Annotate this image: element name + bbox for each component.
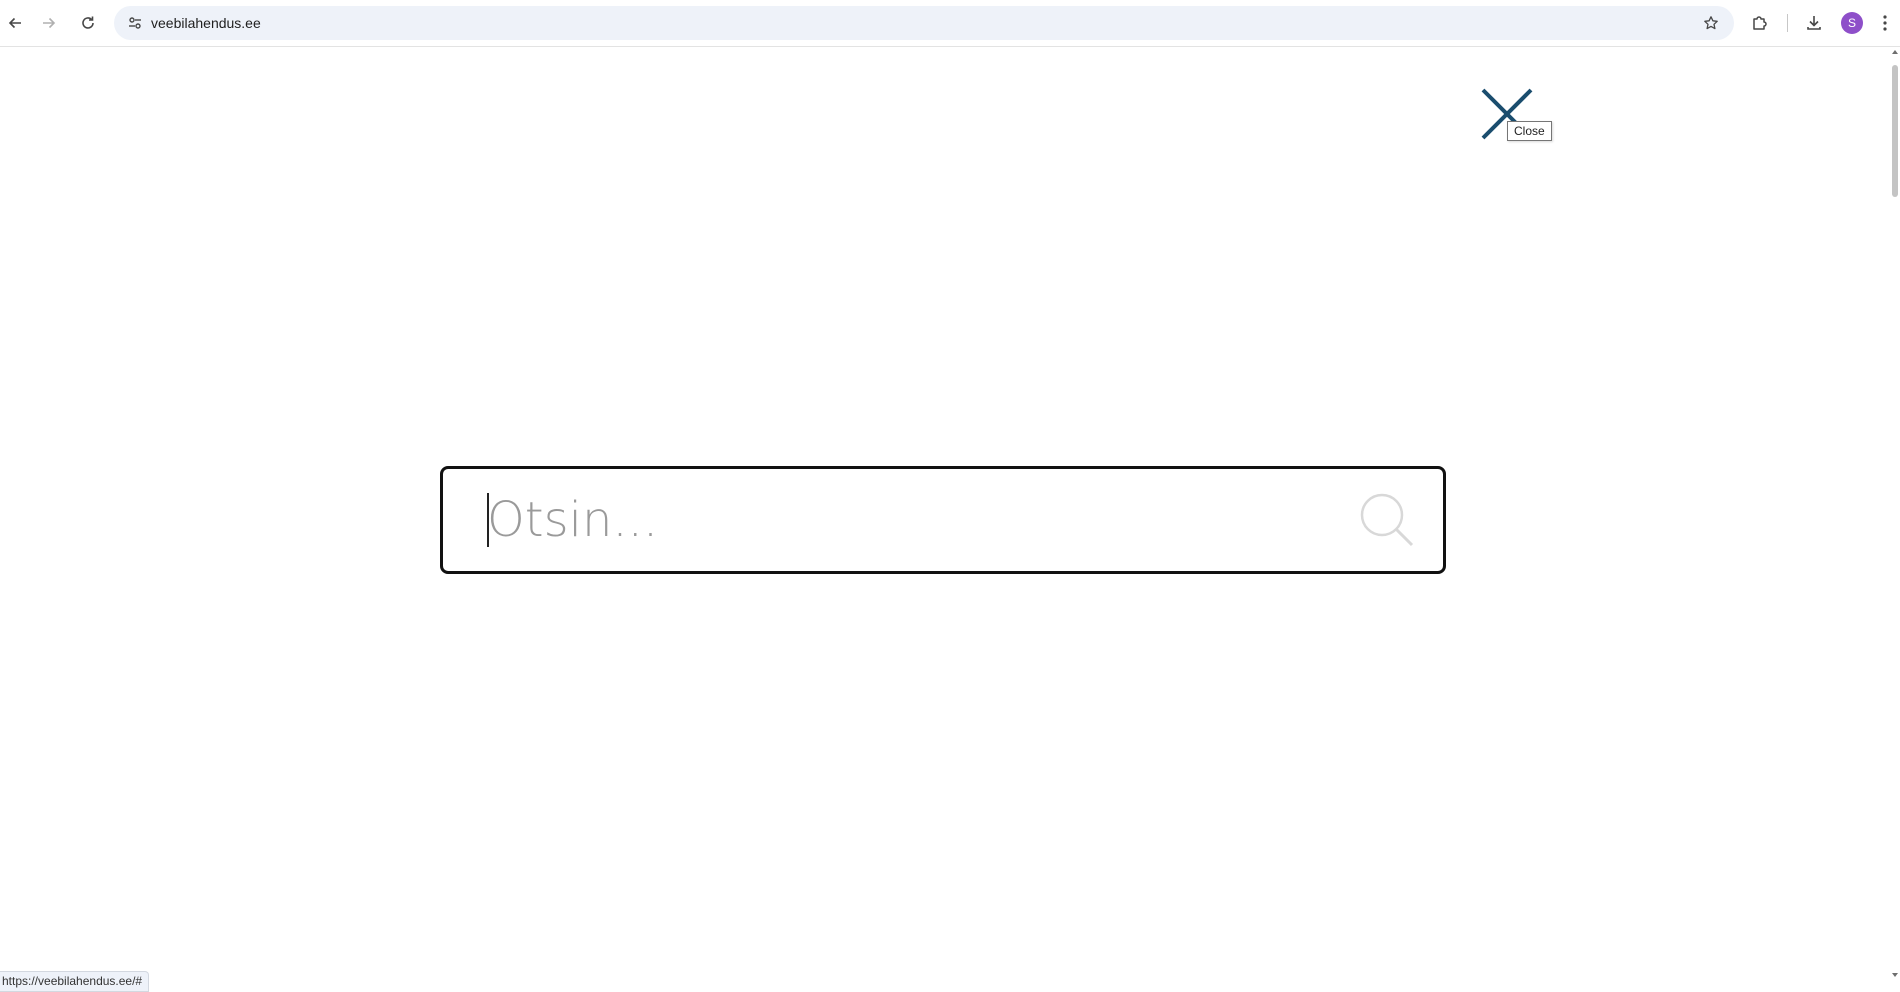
star-icon	[1704, 16, 1718, 30]
search-overlay-box	[440, 466, 1446, 574]
scroll-up-arrow-icon[interactable]	[1892, 50, 1898, 54]
url-text[interactable]: veebilahendus.ee	[151, 6, 261, 40]
download-icon	[1807, 16, 1821, 30]
search-input[interactable]	[487, 487, 1337, 553]
page-content: Close	[0, 47, 1900, 991]
close-tooltip: Close	[1507, 121, 1552, 141]
browser-toolbar: veebilahendus.ee S	[0, 0, 1900, 47]
back-button[interactable]	[0, 8, 30, 38]
scrollbar-thumb[interactable]	[1892, 65, 1898, 197]
profile-avatar[interactable]: S	[1841, 12, 1863, 34]
search-icon[interactable]	[1357, 491, 1417, 549]
toolbar-separator	[1787, 14, 1788, 32]
arrow-left-icon	[8, 17, 21, 29]
site-info-button[interactable]	[122, 10, 148, 36]
tune-icon	[129, 17, 141, 29]
text-caret	[487, 493, 489, 547]
arrow-right-icon	[43, 17, 56, 29]
reload-icon	[82, 16, 94, 29]
address-bar[interactable]: veebilahendus.ee	[114, 6, 1734, 40]
browser-menu-button[interactable]	[1870, 8, 1900, 38]
page-scrollbar[interactable]	[1890, 47, 1900, 991]
puzzle-icon	[1753, 16, 1767, 30]
extensions-button[interactable]	[1745, 8, 1775, 38]
status-bar-link: https://veebilahendus.ee/#	[0, 971, 150, 992]
scroll-down-arrow-icon[interactable]	[1892, 973, 1898, 977]
reload-button[interactable]	[73, 8, 103, 38]
kebab-menu-icon	[1883, 15, 1887, 31]
downloads-button[interactable]	[1799, 8, 1829, 38]
bookmark-button[interactable]	[1698, 10, 1724, 36]
forward-button[interactable]	[34, 8, 64, 38]
